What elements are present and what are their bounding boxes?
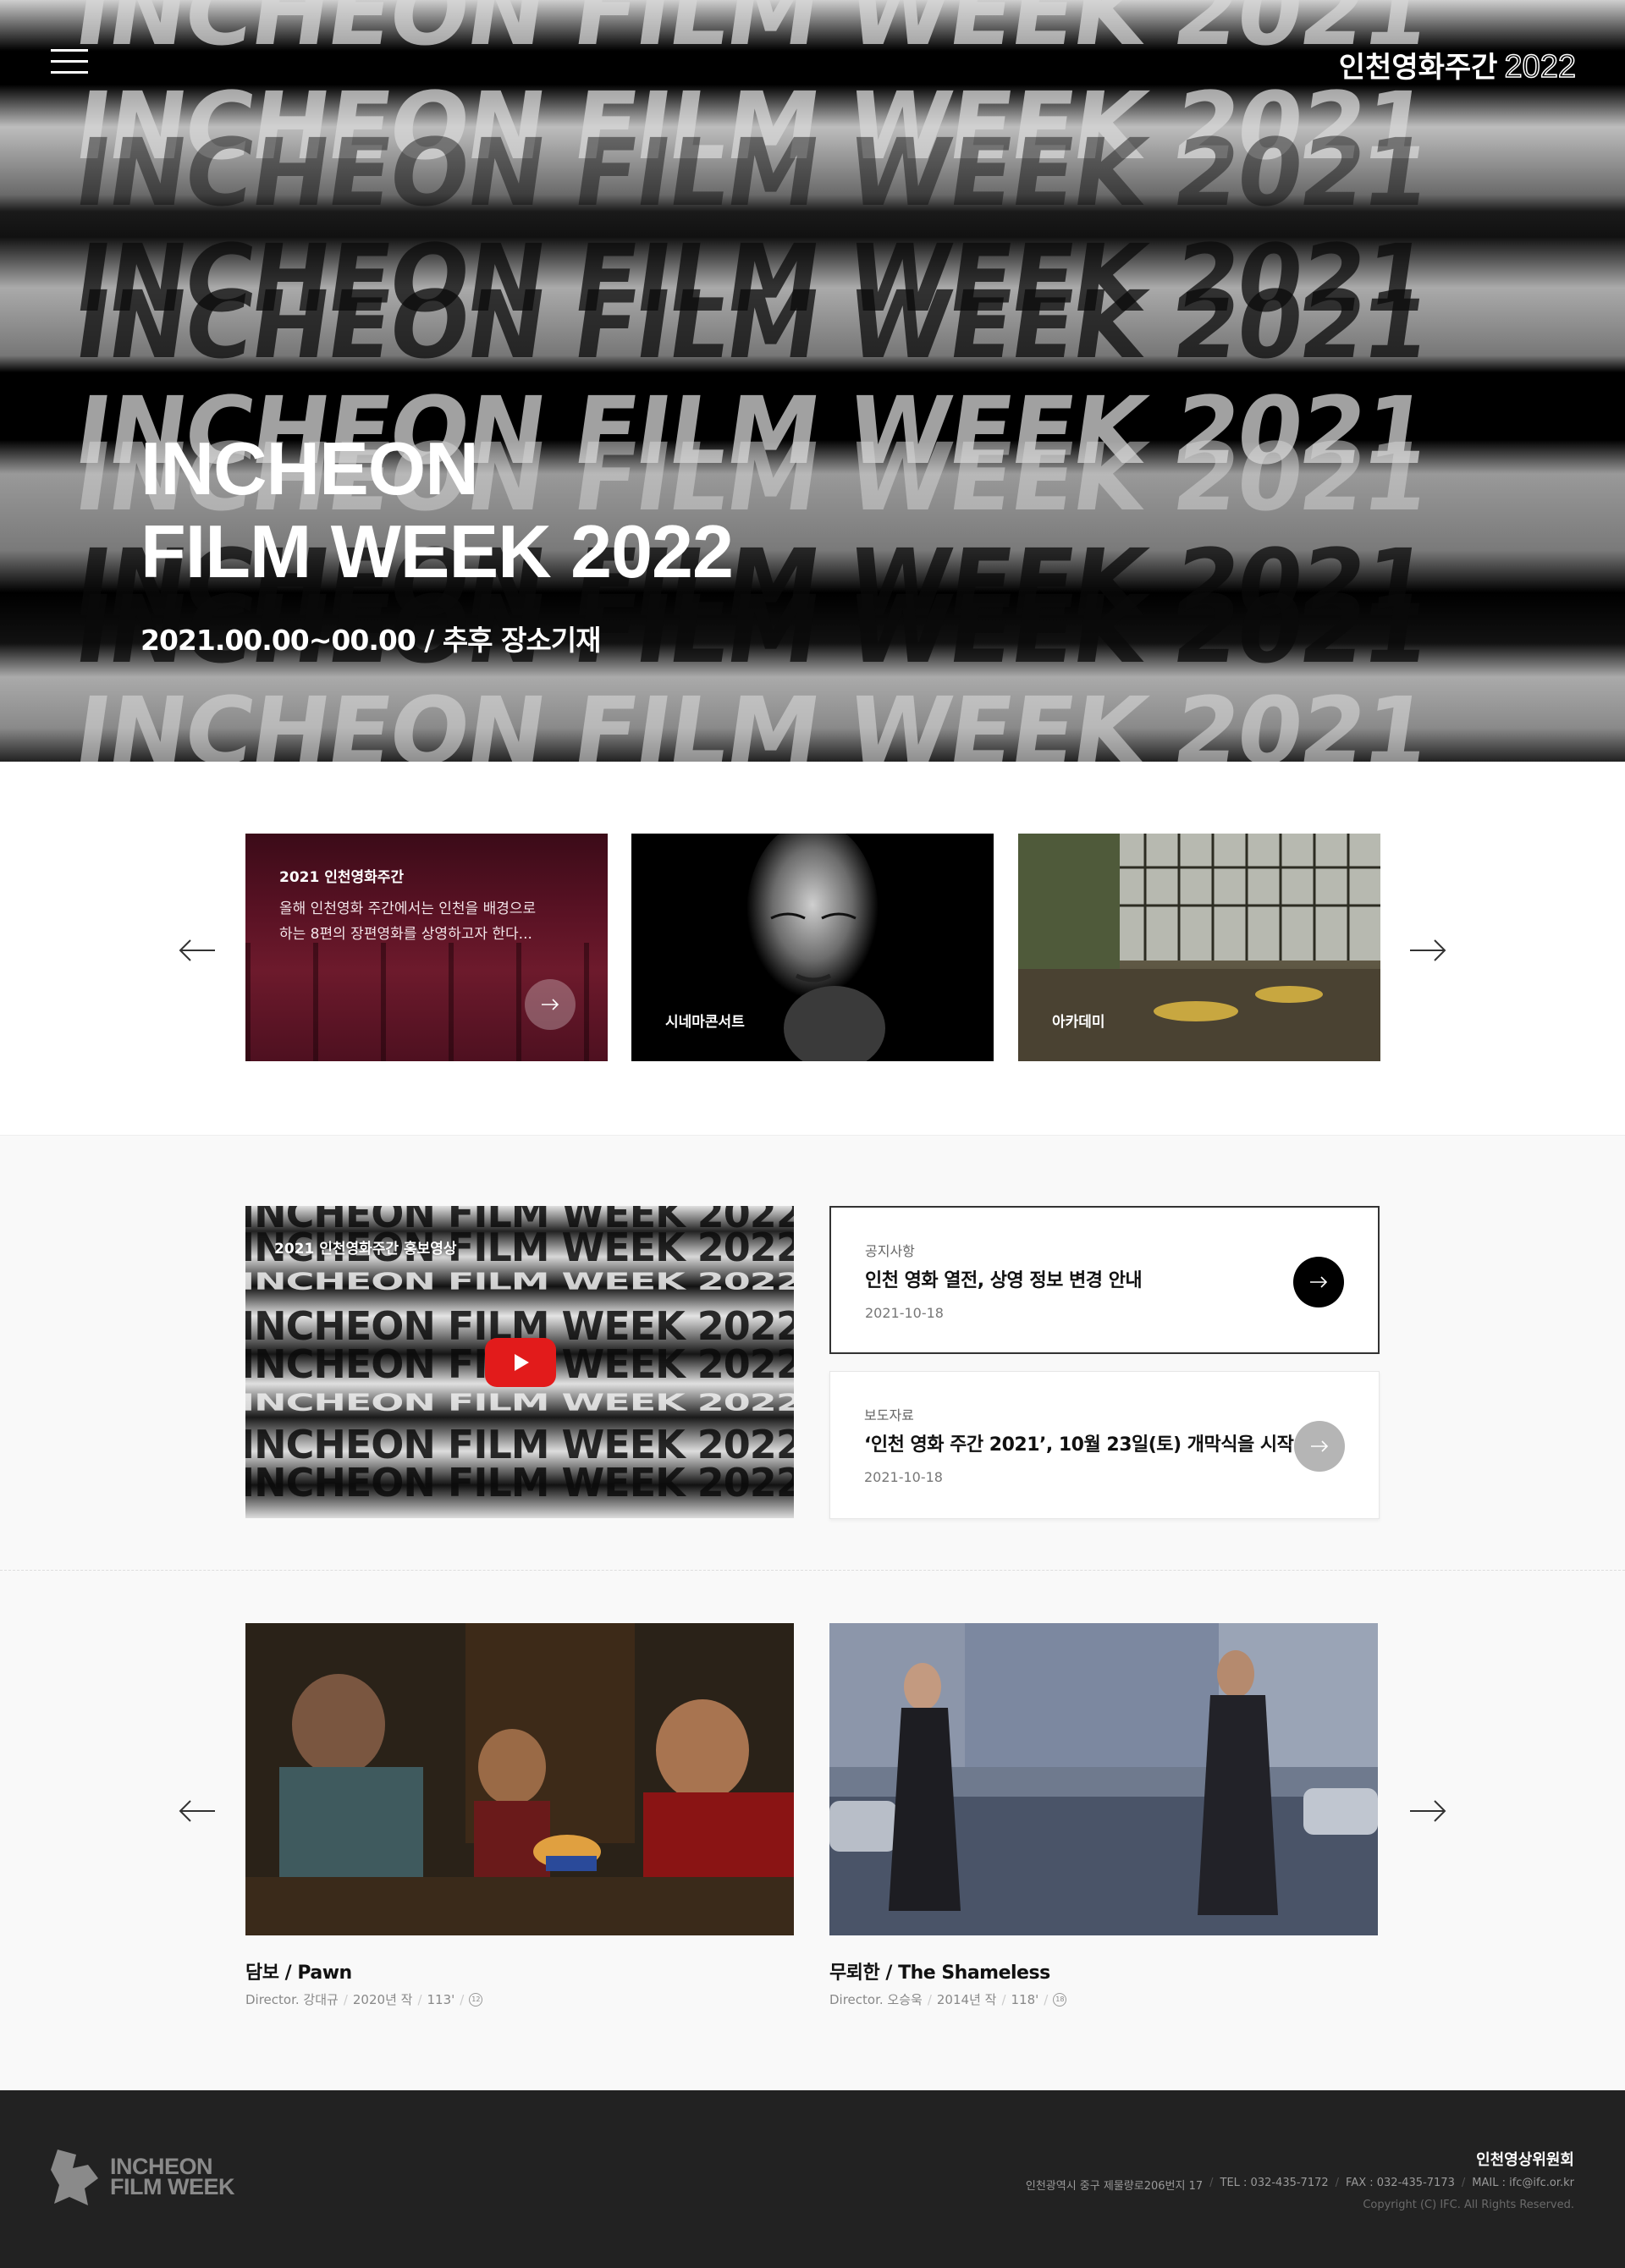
- footer-org-name: 인천영상위원회: [1476, 2151, 1574, 2169]
- program-card-intro[interactable]: 2021 인천영화주간 올해 인천영화 주간에서는 인천을 배경으로 하는 8편…: [245, 834, 608, 1061]
- menu-icon[interactable]: [51, 49, 88, 74]
- card-text-line2: 하는 8편의 장편영화를 상영하고자 한다...: [279, 926, 532, 943]
- video-bg-text: INCHEON FILM WEEK 2022: [245, 1460, 794, 1506]
- film-poster-pawn[interactable]: [245, 1623, 794, 1935]
- card-text: 올해 인천영화 주간에서는 인천을 배경으로 하는 8편의 장편영화를 상영하고…: [279, 896, 576, 947]
- arrow-left-icon[interactable]: [178, 938, 217, 963]
- age-rating-icon: 12: [469, 1992, 483, 2007]
- arrow-right-icon[interactable]: [1408, 1798, 1447, 1824]
- arrow-right-icon[interactable]: [1294, 1421, 1345, 1472]
- card-caption: 시네마콘서트: [665, 1014, 745, 1031]
- site-logo[interactable]: 인천영화주간 2022: [1339, 44, 1577, 85]
- footer-logo-line2: FILM WEEK: [110, 2174, 234, 2199]
- press-item[interactable]: 보도자료 ‘인천 영화 주간 2021’, 10월 23일(토) 개막식을 시작…: [829, 1371, 1380, 1519]
- notice-date: 2021-10-18: [864, 1469, 943, 1485]
- footer-contact: 인천광역시 중구 제물량로206번지 17 / TEL : 032-435-71…: [1025, 2177, 1574, 2193]
- video-bg-text: INCHEON FILM WEEK 2022: [245, 1267, 794, 1296]
- notice-title[interactable]: ‘인천 영화 주간 2021’, 10월 23일(토) 개막식을 시작...: [864, 1429, 1314, 1456]
- card-title: 2021 인천영화주간: [279, 869, 405, 886]
- film-meta: Director. 강대규 / 2020년 작 / 113' / 12: [245, 1990, 483, 2008]
- hero-bg-text: INCHEON FILM WEEK 2021: [69, 224, 1435, 333]
- footer-logo-text: INCHEON FILM WEEK: [110, 2155, 234, 2199]
- arrow-left-icon[interactable]: [178, 1798, 217, 1824]
- hero-title: INCHEON FILM WEEK 2022: [140, 427, 734, 593]
- film-title[interactable]: 담보 / Pawn: [245, 1957, 352, 1984]
- logo-year: 2022: [1504, 48, 1577, 85]
- footer-copyright: Copyright (C) IFC. All Rights Reserved.: [1363, 2199, 1574, 2211]
- video-title: 2021 인천영화주간 홍보영상: [274, 1241, 457, 1258]
- hero-title-line1: INCHEON: [140, 427, 479, 510]
- hero-title-line2: FILM WEEK 2022: [140, 509, 734, 593]
- film-meta: Director. 오승욱 / 2014년 작 / 118' / 18: [829, 1990, 1067, 2008]
- pawn-still-image: [245, 1623, 794, 1935]
- film-director: Director. 강대규: [245, 1992, 339, 2007]
- video-bg-text: INCHEON FILM WEEK 2022: [245, 1388, 794, 1417]
- film-director: Director. 오승욱: [829, 1992, 923, 2007]
- program-card-academy[interactable]: 아카데미: [1018, 834, 1380, 1061]
- film-year: 2020년 작: [352, 1992, 413, 2007]
- arrow-right-icon[interactable]: [1408, 938, 1447, 963]
- notice-title[interactable]: 인천 영화 열전, 상영 정보 변경 안내: [865, 1265, 1143, 1292]
- footer-mail[interactable]: MAIL : ifc@ifc.or.kr: [1472, 2177, 1574, 2193]
- films-section: [0, 1571, 1625, 2090]
- shameless-still-image: [829, 1623, 1378, 1935]
- notice-category: 보도자료: [864, 1407, 914, 1423]
- program-card-cinema-concert[interactable]: 시네마콘서트: [631, 834, 994, 1061]
- media-notice-section: [0, 1136, 1625, 1571]
- card-text-line1: 올해 인천영화 주간에서는 인천을 배경으로: [279, 900, 537, 917]
- hero-bg-text: INCHEON FILM WEEK 2021: [69, 677, 1435, 762]
- footer-logo[interactable]: INCHEON FILM WEEK: [51, 2144, 234, 2209]
- hero-bg-text: INCHEON FILM WEEK 2021: [69, 72, 1435, 180]
- notice-item[interactable]: 공지사항 인천 영화 열전, 상영 정보 변경 안내 2021-10-18: [829, 1206, 1380, 1354]
- arrow-right-icon[interactable]: [525, 979, 576, 1030]
- film-week-mark-icon: [51, 2150, 98, 2205]
- hero-date-place: 2021.00.00~00.00 / 추후 장소기재: [140, 624, 601, 657]
- age-rating-icon: 18: [1053, 1992, 1067, 2007]
- notice-category: 공지사항: [865, 1243, 915, 1259]
- footer-fax: FAX : 032-435-7173: [1346, 2177, 1455, 2189]
- film-year: 2014년 작: [936, 1992, 997, 2007]
- youtube-play-icon[interactable]: [485, 1338, 556, 1387]
- hero-bg-text: INCHEON FILM WEEK 2021: [69, 118, 1435, 227]
- film-title[interactable]: 무뢰한 / The Shameless: [829, 1957, 1050, 1984]
- hero-banner: INCHEON FILM WEEK 2021 INCHEON FILM WEEK…: [0, 0, 1625, 762]
- film-runtime: 118': [1011, 1991, 1039, 2007]
- arrow-right-icon[interactable]: [1293, 1257, 1344, 1307]
- hero-bg-text: INCHEON FILM WEEK 2021: [69, 271, 1435, 379]
- film-runtime: 113': [427, 1991, 455, 2007]
- film-poster-shameless[interactable]: [829, 1623, 1378, 1935]
- promo-video[interactable]: INCHEON FILM WEEK 2022 INCHEON FILM WEEK…: [245, 1206, 794, 1518]
- logo-korean: 인천영화주간: [1338, 51, 1498, 85]
- footer-tel: TEL : 032-435-7172: [1220, 2177, 1329, 2189]
- notice-date: 2021-10-18: [865, 1305, 944, 1321]
- footer-address: 인천광역시 중구 제물량로206번지 17: [1025, 2180, 1204, 2193]
- card-caption: 아카데미: [1052, 1014, 1105, 1031]
- footer: INCHEON FILM WEEK 인천영상위원회 인천광역시 중구 제물량로2…: [0, 2090, 1625, 2268]
